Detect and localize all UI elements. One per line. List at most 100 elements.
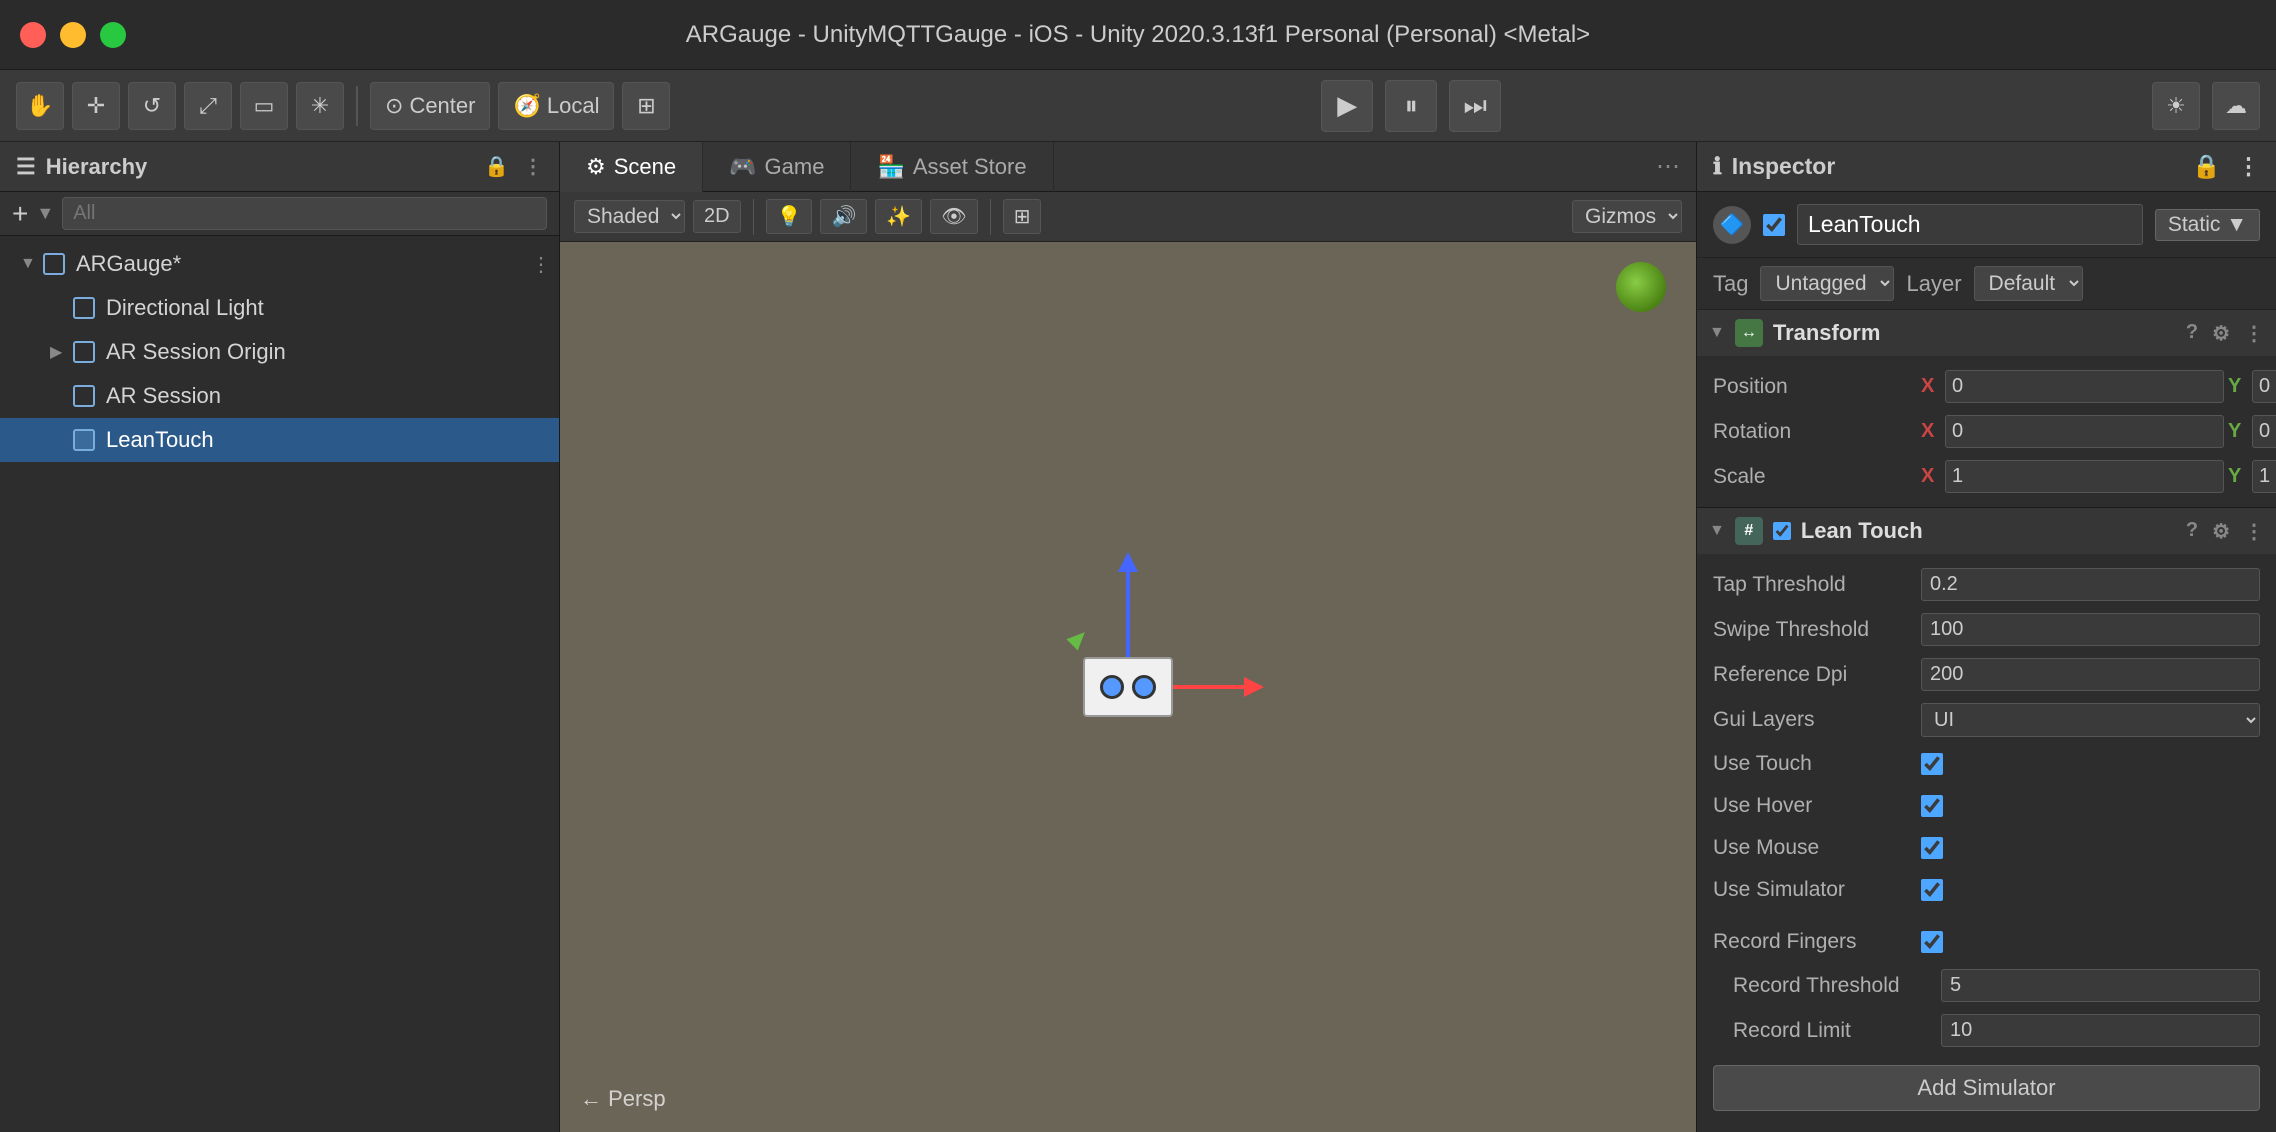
use-simulator-checkbox[interactable] [1921, 879, 1943, 901]
audio-button[interactable]: 🔊 [820, 199, 867, 234]
use-simulator-values [1921, 879, 2260, 901]
swipe-threshold-input[interactable] [1921, 613, 2260, 646]
more-icon[interactable]: ⋮ [2244, 321, 2264, 346]
transform-tool-button[interactable]: ✳ [296, 82, 344, 130]
grid-button[interactable]: ⊞ [1003, 199, 1042, 234]
lean-touch-header[interactable]: ▼ # Lean Touch ? ⚙ ⋮ [1697, 508, 2276, 554]
transform-header[interactable]: ▼ ↔ Transform ? ⚙ ⋮ [1697, 310, 2276, 356]
viewport-tabs: ⚙ Scene 🎮 Game 🏪 Asset Store ⋯ [560, 142, 1696, 192]
center-button[interactable]: ⊙ Center [370, 82, 490, 130]
position-x-item: X [1921, 370, 2224, 403]
hierarchy-item-directional-light[interactable]: ▷ Directional Light [0, 286, 559, 330]
rect-tool-button[interactable]: ▭ [240, 82, 288, 130]
use-hover-label: Use Hover [1713, 794, 1913, 818]
play-button[interactable]: ▶ [1321, 80, 1373, 132]
tap-threshold-values [1921, 568, 2260, 601]
hierarchy-title: Hierarchy [46, 154, 148, 180]
step-button[interactable]: ⏭ [1449, 80, 1501, 132]
tab-asset-store[interactable]: 🏪 Asset Store [851, 142, 1053, 192]
title-bar: ARGauge - UnityMQTTGauge - iOS - Unity 2… [0, 0, 2276, 70]
gui-layers-select[interactable]: UI [1921, 703, 2260, 737]
lock-icon[interactable]: 🔒 [2192, 153, 2221, 180]
hierarchy-item-ar-session-origin[interactable]: ▶ AR Session Origin [0, 330, 559, 374]
rotation-x-input[interactable] [1945, 415, 2224, 448]
scale-y-input[interactable] [2252, 460, 2276, 493]
pause-button[interactable]: ⏸ [1385, 80, 1437, 132]
rotation-y-input[interactable] [2252, 415, 2276, 448]
more-icon[interactable]: ⋮ [2237, 153, 2260, 180]
grid-button[interactable]: ⊞ [622, 82, 670, 130]
game-tab-label: Game [765, 154, 825, 180]
gizmos-select[interactable]: Gizmos [1572, 200, 1682, 233]
more-icon[interactable]: ⋮ [2244, 519, 2264, 544]
lock-icon[interactable]: 🔒 [484, 154, 509, 179]
viewport-tabs-more[interactable]: ⋯ [1640, 142, 1696, 191]
move-tool-button[interactable]: ✛ [72, 82, 120, 130]
scene-vis-button[interactable]: 👁 [930, 199, 977, 234]
add-simulator-button[interactable]: Add Simulator [1713, 1065, 2260, 1111]
hierarchy-item-argauge[interactable]: ▼ ARGauge* ⋮ [0, 242, 559, 286]
gui-layers-values: UI [1921, 703, 2260, 737]
local-button[interactable]: 🧭 Local [498, 82, 614, 130]
hierarchy-add-button[interactable]: + [12, 198, 28, 230]
gizmo-sphere [1616, 262, 1666, 312]
layer-select[interactable]: Default [1974, 266, 2083, 301]
tag-select[interactable]: Untagged [1760, 266, 1894, 301]
record-threshold-input[interactable] [1941, 969, 2260, 1002]
minimize-button[interactable] [60, 22, 86, 48]
object-type-icon: 🔷 [1713, 206, 1751, 244]
record-fingers-checkbox[interactable] [1921, 931, 1943, 953]
tab-scene[interactable]: ⚙ Scene [560, 142, 703, 192]
object-active-checkbox[interactable] [1763, 214, 1785, 236]
position-y-input[interactable] [2252, 370, 2276, 403]
reference-dpi-values [1921, 658, 2260, 691]
scale-x-input[interactable] [1945, 460, 2224, 493]
use-hover-row: Use Hover [1697, 785, 2276, 827]
2d-button[interactable]: 2D [693, 200, 741, 233]
y-label: Y [2228, 375, 2248, 398]
sy-label: Y [2228, 465, 2248, 488]
hierarchy-item-leantouch[interactable]: ▷ LeanTouch [0, 418, 559, 462]
item-more-button[interactable]: ⋮ [531, 252, 551, 277]
reference-dpi-input[interactable] [1921, 658, 2260, 691]
static-select[interactable]: Static ▼ [2155, 209, 2260, 241]
tap-threshold-input[interactable] [1921, 568, 2260, 601]
hierarchy-search-bar: + ▼ [0, 192, 559, 236]
settings-icon[interactable]: ⚙ [2212, 519, 2230, 544]
lighting-button[interactable]: 💡 [766, 199, 813, 234]
viewport-canvas[interactable]: ← Persp [560, 242, 1696, 1132]
collab-button[interactable]: ☁ [2212, 82, 2260, 130]
settings-icon[interactable]: ⚙ [2212, 321, 2230, 346]
record-limit-input[interactable] [1941, 1014, 2260, 1047]
tab-game[interactable]: 🎮 Game [703, 142, 851, 192]
window-controls [20, 22, 126, 48]
shaded-select[interactable]: Shaded [574, 200, 685, 233]
close-button[interactable] [20, 22, 46, 48]
use-mouse-values [1921, 837, 2260, 859]
use-mouse-checkbox[interactable] [1921, 837, 1943, 859]
pause-icon: ⏸ [1405, 90, 1418, 122]
help-icon[interactable]: ? [2186, 519, 2198, 544]
lean-touch-actions: ? ⚙ ⋮ [2186, 519, 2264, 544]
hierarchy-header: ☰ Hierarchy 🔒 ⋮ [0, 142, 559, 192]
swipe-threshold-row: Swipe Threshold [1697, 607, 2276, 652]
layers-button[interactable]: ☀ [2152, 82, 2200, 130]
hierarchy-list: ▼ ARGauge* ⋮ ▷ Directional Light ▶ [0, 236, 559, 1132]
scene-tab-label: Scene [614, 154, 676, 180]
lean-touch-enable-checkbox[interactable] [1773, 522, 1791, 540]
use-touch-checkbox[interactable] [1921, 753, 1943, 775]
use-hover-checkbox[interactable] [1921, 795, 1943, 817]
object-name-input[interactable] [1797, 204, 2143, 245]
position-x-input[interactable] [1945, 370, 2224, 403]
help-icon[interactable]: ? [2186, 321, 2198, 346]
hierarchy-item-ar-session[interactable]: ▷ AR Session [0, 374, 559, 418]
rotate-tool-button[interactable]: ↺ [128, 82, 176, 130]
fingers-label: Fingers [1697, 1123, 2276, 1132]
maximize-button[interactable] [100, 22, 126, 48]
hand-tool-button[interactable]: ✋ [16, 82, 64, 130]
scale-tool-button[interactable]: ⤢ [184, 82, 232, 130]
more-icon[interactable]: ⋮ [523, 154, 543, 179]
effects-button[interactable]: ✨ [875, 199, 922, 234]
hierarchy-search-input[interactable] [62, 197, 547, 230]
use-touch-values [1921, 753, 2260, 775]
